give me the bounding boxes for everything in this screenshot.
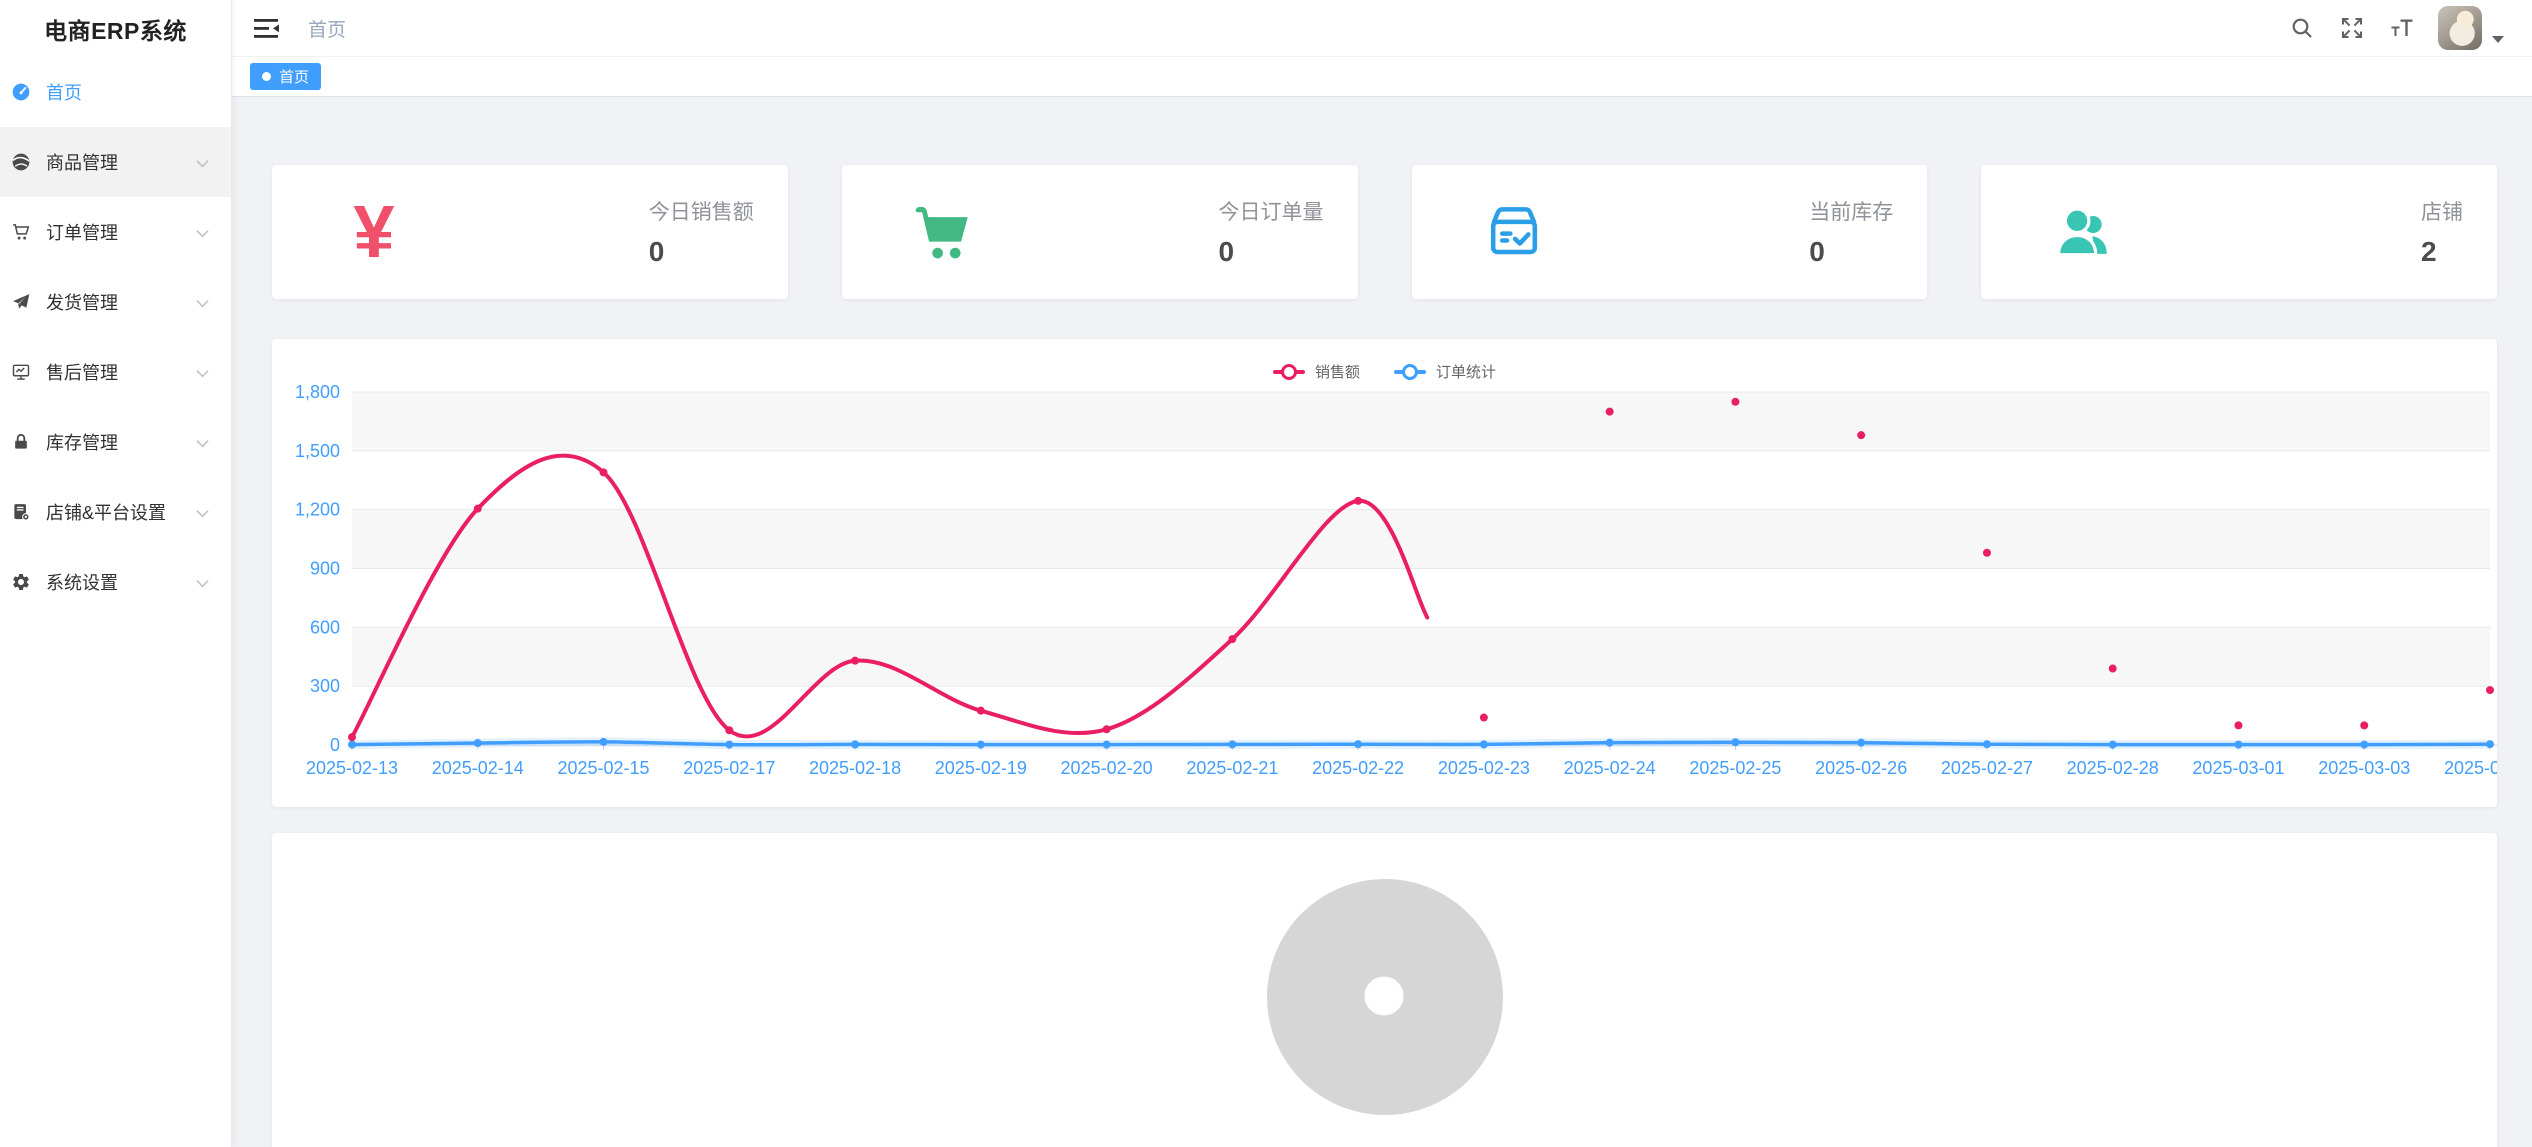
- stat-card-orders[interactable]: 今日订单量 0: [842, 165, 1358, 299]
- legend-label: 销售额: [1315, 361, 1360, 382]
- monitor-icon: [10, 361, 32, 383]
- users-icon: [2043, 189, 2123, 275]
- topbar-actions: [2264, 6, 2504, 50]
- stat-value: 0: [1219, 236, 1324, 268]
- chevron-down-icon: [196, 152, 209, 173]
- stat-label: 当前库存: [1809, 196, 1893, 226]
- svg-text:2025-02-28: 2025-02-28: [2067, 758, 2159, 778]
- legend-item-sales[interactable]: 销售额: [1273, 361, 1360, 382]
- svg-text:0: 0: [330, 735, 340, 755]
- sidebar: 电商ERP系统 首页 商品管理: [0, 0, 232, 1147]
- sidebar-item-products[interactable]: 商品管理: [0, 127, 231, 197]
- legend-marker-icon: [1394, 370, 1426, 374]
- stat-value: 0: [1809, 236, 1893, 268]
- svg-text:1,500: 1,500: [295, 441, 340, 461]
- svg-text:2025-02-23: 2025-02-23: [1438, 758, 1530, 778]
- caret-down-icon: [2492, 36, 2504, 43]
- gear-icon: [10, 571, 32, 593]
- svg-text:2025-03-03: 2025-03-03: [2318, 758, 2410, 778]
- sidebar-item-orders[interactable]: 订单管理: [0, 197, 231, 267]
- svg-text:2025-02-21: 2025-02-21: [1186, 758, 1278, 778]
- pie-chart-placeholder: [1265, 877, 1505, 1117]
- app-title: 电商ERP系统: [0, 0, 231, 57]
- stat-value: 0: [649, 236, 754, 268]
- sidebar-item-settings[interactable]: 系统设置: [0, 547, 231, 617]
- svg-text:2025-02-19: 2025-02-19: [935, 758, 1027, 778]
- legend-label: 订单统计: [1436, 361, 1496, 382]
- lock-icon: [10, 431, 32, 453]
- sales-orders-chart: 0 300 600 900 1,200 1,500 1,800 2025-02-13 2025-…: [272, 339, 2497, 807]
- sidebar-item-inventory[interactable]: 库存管理: [0, 407, 231, 477]
- pie-donut-hole: [1364, 977, 1403, 1016]
- stat-card-sales[interactable]: ¥ 今日销售额 0: [272, 165, 788, 299]
- user-menu[interactable]: [2438, 6, 2504, 50]
- chevron-down-icon: [196, 222, 209, 243]
- sidebar-item-shop-platform[interactable]: 店铺&平台设置: [0, 477, 231, 547]
- svg-text:2025-02-18: 2025-02-18: [809, 758, 901, 778]
- chart-legend: 销售额 订单统计: [272, 361, 2497, 382]
- chevron-down-icon: [196, 572, 209, 593]
- svg-text:2025-02-17: 2025-02-17: [683, 758, 775, 778]
- svg-text:2025-02-26: 2025-02-26: [1815, 758, 1907, 778]
- stat-card-stock[interactable]: 当前库存 0: [1412, 165, 1928, 299]
- svg-text:2025-02-22: 2025-02-22: [1312, 758, 1404, 778]
- stat-label: 今日销售额: [649, 196, 754, 226]
- stat-cards-row: ¥ 今日销售额 0 今日订单量 0: [272, 165, 2497, 299]
- sidebar-item-home[interactable]: 首页: [0, 57, 231, 127]
- legend-marker-icon: [1273, 370, 1305, 374]
- cart-icon: [904, 189, 984, 275]
- avatar[interactable]: [2438, 6, 2482, 50]
- font-size-icon[interactable]: [2390, 16, 2414, 40]
- fullscreen-icon[interactable]: [2340, 16, 2364, 40]
- ledger-gear-icon: [10, 501, 32, 523]
- svg-text:2025-03-01: 2025-03-01: [2192, 758, 2284, 778]
- chevron-down-icon: [196, 292, 209, 313]
- stat-label: 店铺: [2421, 196, 2463, 226]
- dashboard-content: ¥ 今日销售额 0 今日订单量 0: [232, 97, 2532, 1147]
- stat-card-shops[interactable]: 店铺 2: [1981, 165, 2497, 299]
- active-dot-icon: [262, 72, 271, 81]
- svg-text:2025-02-27: 2025-02-27: [1941, 758, 2033, 778]
- collapse-menu-icon[interactable]: [254, 16, 280, 41]
- stat-label: 今日订单量: [1219, 196, 1324, 226]
- tab-label: 首页: [279, 66, 309, 87]
- send-icon: [10, 291, 32, 313]
- svg-text:2025-02-15: 2025-02-15: [557, 758, 649, 778]
- chevron-down-icon: [196, 362, 209, 383]
- sidebar-item-aftersale[interactable]: 售后管理: [0, 337, 231, 407]
- dashboard-icon: [10, 81, 32, 103]
- sales-orders-chart-card: 销售额 订单统计 0 300 600 900 1,200 1,500 1,800 2025-0…: [272, 339, 2497, 807]
- legend-item-orders[interactable]: 订单统计: [1394, 361, 1496, 382]
- stat-value: 2: [2421, 236, 2463, 268]
- yen-icon: ¥: [334, 189, 414, 275]
- search-icon[interactable]: [2290, 16, 2314, 40]
- sidebar-item-label: 首页: [46, 79, 231, 105]
- pie-chart-card: [272, 833, 2497, 1147]
- svg-text:2025-03-04: 2025-03-04: [2444, 758, 2497, 778]
- chevron-down-icon: [196, 432, 209, 453]
- sidebar-item-shipping[interactable]: 发货管理: [0, 267, 231, 337]
- svg-text:900: 900: [310, 559, 340, 579]
- svg-text:2025-02-13: 2025-02-13: [306, 758, 398, 778]
- box-check-icon: [1474, 189, 1554, 275]
- svg-text:2025-02-25: 2025-02-25: [1689, 758, 1781, 778]
- svg-text:600: 600: [310, 617, 340, 637]
- topbar: 首页: [232, 0, 2532, 57]
- globe-icon: [10, 151, 32, 173]
- svg-text:2025-02-24: 2025-02-24: [1564, 758, 1656, 778]
- tabbar: 首页: [232, 57, 2532, 97]
- svg-text:1,800: 1,800: [295, 382, 340, 402]
- svg-text:300: 300: [310, 676, 340, 696]
- breadcrumb: 首页: [308, 15, 346, 42]
- chevron-down-icon: [196, 502, 209, 523]
- main-area: 首页: [232, 0, 2532, 1147]
- svg-text:2025-02-14: 2025-02-14: [432, 758, 524, 778]
- sidebar-nav: 首页 商品管理: [0, 57, 231, 617]
- svg-text:2025-02-20: 2025-02-20: [1061, 758, 1153, 778]
- cart-icon: [10, 221, 32, 243]
- tab-home[interactable]: 首页: [250, 63, 321, 90]
- svg-text:1,200: 1,200: [295, 500, 340, 520]
